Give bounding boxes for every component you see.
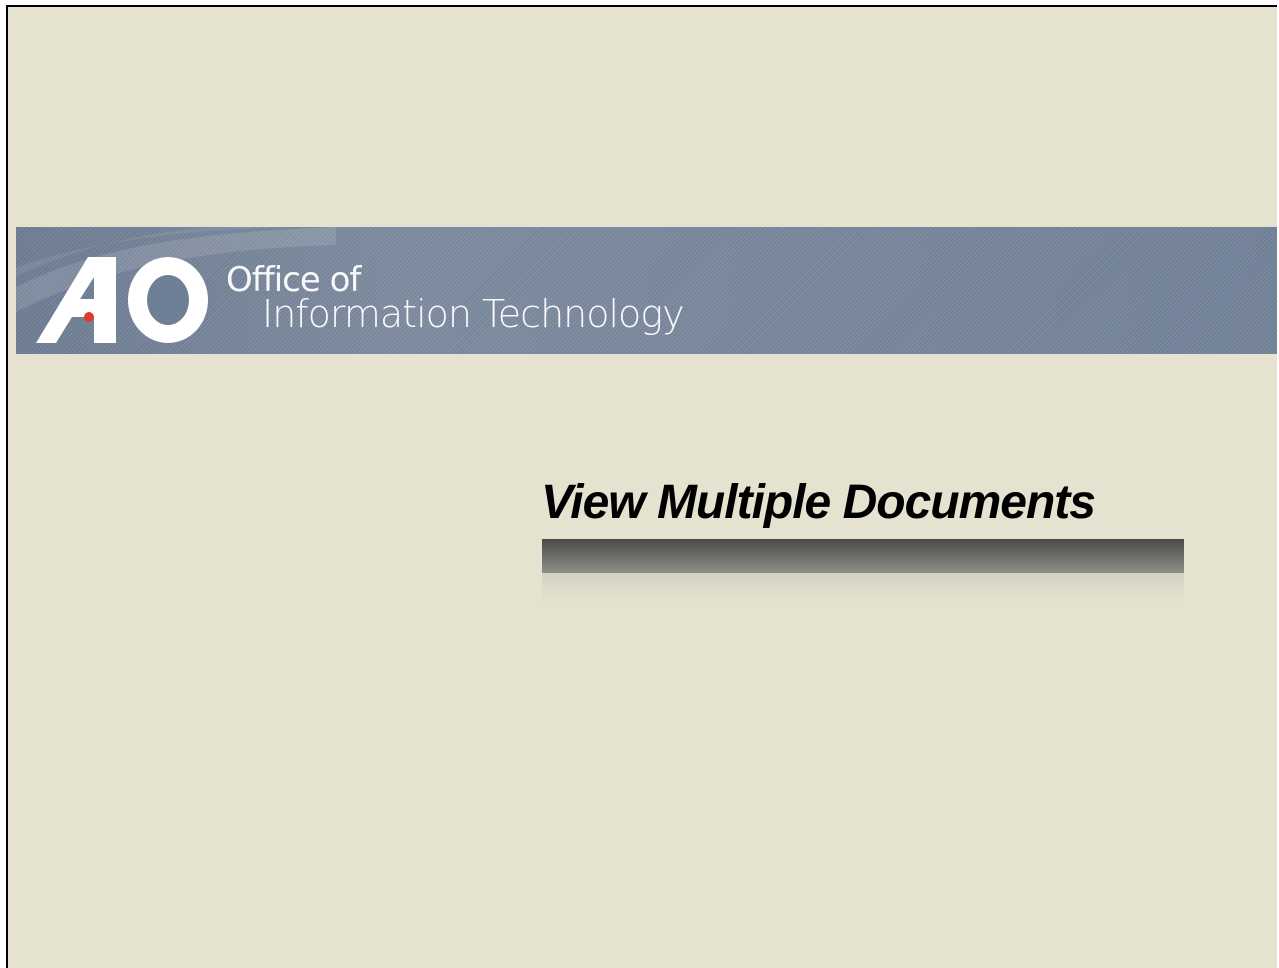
header-banner: Office of Information Technology xyxy=(16,227,1277,354)
organization-name: Office of Information Technology xyxy=(226,263,685,336)
title-underline-bar xyxy=(542,539,1184,573)
title-bar-reflection xyxy=(542,573,1184,603)
org-name-line2: Information Technology xyxy=(262,292,685,336)
slide-title: View Multiple Documents xyxy=(541,476,1096,529)
slide: Office of Information Technology View Mu… xyxy=(6,5,1277,968)
ao-logo-icon xyxy=(36,257,208,343)
